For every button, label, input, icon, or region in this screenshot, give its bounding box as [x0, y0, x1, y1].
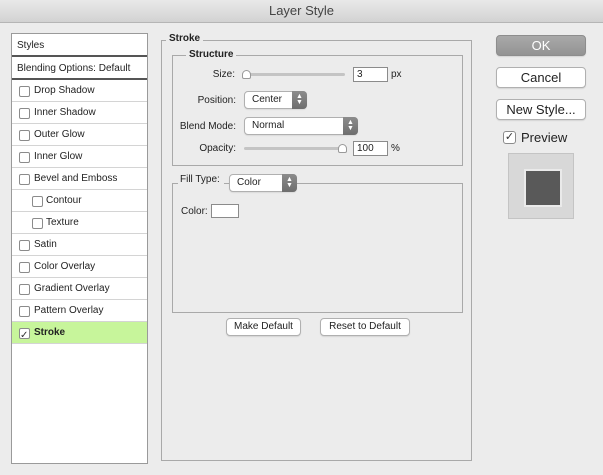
size-label: Size:: [212, 69, 235, 80]
style-item-gradient-overlay[interactable]: Gradient Overlay: [12, 278, 147, 300]
opacity-input[interactable]: 100: [353, 141, 388, 156]
size-slider-track[interactable]: [244, 73, 345, 76]
fill-type-label: Fill Type:: [178, 174, 224, 185]
style-checkbox[interactable]: [19, 152, 30, 163]
style-item-label: Inner Shadow: [34, 107, 96, 118]
style-item-drop-shadow[interactable]: Drop Shadow: [12, 80, 147, 102]
style-item-label: Stroke: [34, 327, 66, 338]
blend-mode-select[interactable]: Normal ▲ ▼: [244, 117, 358, 135]
style-item-inner-shadow[interactable]: Inner Shadow: [12, 102, 147, 124]
blending-options-item[interactable]: Blending Options: Default: [12, 57, 147, 80]
size-unit: px: [391, 69, 402, 80]
styles-list: Styles Blending Options: Default Drop Sh…: [11, 33, 148, 464]
blend-mode-value: Normal: [252, 120, 285, 131]
style-item-label: Outer Glow: [34, 129, 85, 140]
style-item-label: Contour: [46, 195, 82, 206]
style-item-texture[interactable]: Texture: [12, 212, 147, 234]
style-item-satin[interactable]: Satin: [12, 234, 147, 256]
preview-checkbox[interactable]: ✓: [503, 131, 516, 144]
style-item-label: Texture: [46, 217, 79, 228]
style-item-bevel-and-emboss[interactable]: Bevel and Emboss: [12, 168, 147, 190]
stroke-title: Stroke: [166, 33, 204, 44]
fill-type-group: [172, 183, 463, 313]
cancel-button[interactable]: Cancel: [496, 67, 586, 88]
reset-to-default-button[interactable]: Reset to Default: [320, 318, 410, 336]
ok-button[interactable]: OK: [496, 35, 586, 56]
style-checkbox[interactable]: [19, 325, 30, 346]
style-checkbox[interactable]: [19, 284, 30, 295]
styles-header[interactable]: Styles: [12, 34, 147, 57]
preview-thumbnail: [508, 153, 574, 219]
style-checkbox[interactable]: [19, 108, 30, 119]
size-input[interactable]: 3: [353, 67, 388, 82]
style-item-color-overlay[interactable]: Color Overlay: [12, 256, 147, 278]
style-checkbox[interactable]: [19, 240, 30, 251]
preview-label: Preview: [521, 130, 568, 145]
style-checkbox[interactable]: [19, 174, 30, 185]
make-default-button[interactable]: Make Default: [226, 318, 301, 336]
style-item-label: Color Overlay: [34, 261, 96, 272]
style-item-label: Satin: [34, 239, 57, 250]
style-item-label: Bevel and Emboss: [34, 173, 118, 184]
opacity-slider-thumb[interactable]: [338, 144, 347, 153]
position-label: Position:: [197, 95, 236, 106]
style-item-label: Gradient Overlay: [34, 283, 110, 294]
style-checkbox[interactable]: [19, 306, 30, 317]
style-checkbox[interactable]: [19, 86, 30, 97]
style-item-label: Pattern Overlay: [34, 305, 104, 316]
chevron-updown-icon: ▲ ▼: [292, 91, 307, 109]
chevron-updown-icon: ▲ ▼: [282, 174, 297, 192]
fill-type-value: Color: [237, 177, 261, 188]
position-value: Center: [252, 94, 283, 105]
preview-swatch: [524, 169, 562, 207]
style-item-pattern-overlay[interactable]: Pattern Overlay: [12, 300, 147, 322]
size-slider-thumb[interactable]: [242, 70, 251, 79]
new-style-button[interactable]: New Style...: [496, 99, 586, 120]
blend-mode-label: Blend Mode:: [179, 121, 236, 132]
color-swatch[interactable]: [211, 204, 239, 218]
style-item-label: Inner Glow: [34, 151, 83, 162]
chevron-updown-icon: ▲ ▼: [343, 117, 358, 135]
opacity-label: Opacity:: [199, 143, 236, 154]
style-items: Drop Shadow Inner Shadow Outer Glow Inner G…: [12, 80, 147, 346]
style-checkbox[interactable]: [19, 262, 30, 273]
style-checkbox[interactable]: [19, 130, 30, 141]
color-label: Color:: [181, 206, 208, 217]
style-item-outer-glow[interactable]: Outer Glow: [12, 124, 147, 146]
style-item-contour[interactable]: Contour: [12, 190, 147, 212]
style-item-label: Drop Shadow: [34, 85, 95, 96]
style-checkbox[interactable]: [32, 218, 43, 229]
position-select[interactable]: Center ▲ ▼: [244, 91, 307, 109]
style-checkbox[interactable]: [32, 196, 43, 207]
structure-title: Structure: [186, 49, 237, 60]
opacity-slider-track[interactable]: [244, 147, 345, 150]
window-title: Layer Style: [0, 0, 603, 23]
style-item-stroke[interactable]: Stroke: [12, 322, 147, 346]
fill-type-select[interactable]: Color ▲ ▼: [229, 174, 297, 192]
layer-style-dialog: Layer Style Styles Blending Options: Def…: [0, 0, 603, 475]
style-item-inner-glow[interactable]: Inner Glow: [12, 146, 147, 168]
opacity-unit: %: [391, 143, 400, 154]
